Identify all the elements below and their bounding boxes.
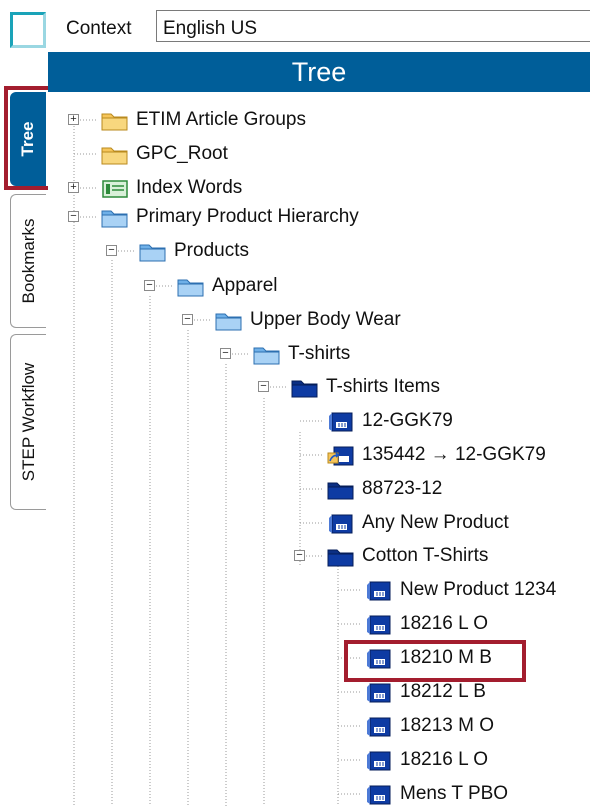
tree-node-label: 18212 L B	[400, 681, 486, 702]
tree-node[interactable]: Primary Product Hierarchy	[100, 203, 359, 231]
collapse-icon[interactable]: −	[144, 280, 155, 291]
tree-node-label: Cotton T-Shirts	[362, 545, 489, 566]
tree-node-label: Any New Product	[362, 512, 509, 533]
tree-node-label: 88723-12	[362, 478, 443, 499]
tree-node-label: Products	[174, 240, 249, 261]
folder-blue-icon	[214, 308, 244, 332]
tree-node-label: 18213 M O	[400, 715, 494, 736]
folder-navy-icon	[326, 544, 356, 568]
tree-node[interactable]: Cotton T-Shirts	[326, 542, 488, 570]
product-icon	[364, 680, 394, 704]
product-icon	[364, 578, 394, 602]
collapse-icon[interactable]: −	[294, 550, 305, 561]
folder-yellow-icon	[100, 108, 130, 132]
collapse-icon[interactable]: −	[106, 245, 117, 256]
product-icon	[364, 782, 394, 806]
folder-yellow-icon	[100, 142, 130, 166]
tree-node[interactable]: 88723-12	[326, 475, 442, 503]
tree-node-label: New Product 1234	[400, 579, 557, 600]
tree-node[interactable]: 12-GGK79	[326, 407, 453, 435]
tree-node[interactable]: 18212 L B	[364, 678, 486, 706]
tree-node[interactable]: 18216 L O	[364, 746, 488, 774]
expand-icon[interactable]: +	[68, 182, 79, 193]
product-icon	[364, 748, 394, 772]
item-highlight-box	[344, 640, 526, 682]
folder-blue-icon	[100, 205, 130, 229]
tree-node-label: 135442 → 12-GGK79	[362, 444, 546, 465]
product-icon	[326, 409, 356, 433]
folder-navy-icon	[290, 375, 320, 399]
tree-node[interactable]: Mens T PBO	[364, 780, 508, 808]
tree-node-label: 18216 L O	[400, 613, 489, 634]
tree-node[interactable]: Products	[138, 237, 249, 265]
tree-node[interactable]: ETIM Article Groups	[100, 106, 306, 134]
tree-node-label: GPC_Root	[136, 143, 228, 164]
tree-node[interactable]: 18216 L O	[364, 610, 488, 638]
product-icon	[364, 612, 394, 636]
tree-node[interactable]: Apparel	[176, 272, 278, 300]
tree-node-label: Mens T PBO	[400, 783, 509, 804]
collapse-icon[interactable]: −	[220, 348, 231, 359]
folder-navy-icon	[326, 477, 356, 501]
tree-node-label: ETIM Article Groups	[136, 109, 306, 130]
tree-node[interactable]: Upper Body Wear	[214, 306, 401, 334]
tree-node-label: Apparel	[212, 275, 278, 296]
tree-node[interactable]: GPC_Root	[100, 140, 228, 168]
collapse-icon[interactable]: −	[182, 314, 193, 325]
tree-node-label: T-shirts	[288, 343, 351, 364]
tree-node-label: Upper Body Wear	[250, 309, 401, 330]
tree-node[interactable]: Any New Product	[326, 509, 509, 537]
folder-blue-icon	[176, 274, 206, 298]
tree-node[interactable]: Index Words	[100, 174, 242, 202]
product-icon	[326, 511, 356, 535]
product-icon	[364, 714, 394, 738]
folder-blue-icon	[252, 342, 282, 366]
collapse-icon[interactable]: −	[258, 381, 269, 392]
expand-icon[interactable]: +	[68, 114, 79, 125]
tree-node[interactable]: New Product 1234	[364, 576, 556, 604]
tree-node[interactable]: T-shirts	[252, 340, 350, 368]
tree-node-label: 12-GGK79	[362, 410, 453, 431]
tree-node-label: T-shirts Items	[326, 376, 441, 397]
tree-node-label: Primary Product Hierarchy	[136, 206, 359, 227]
tree-node[interactable]: 135442 → 12-GGK79	[326, 441, 546, 469]
index-book-icon	[100, 176, 130, 200]
collapse-icon[interactable]: −	[68, 211, 79, 222]
tree-node-label: 18216 L O	[400, 749, 489, 770]
tree-node[interactable]: T-shirts Items	[290, 373, 440, 401]
folder-blue-icon	[138, 239, 168, 263]
product-reference-icon	[326, 443, 356, 467]
tree-node[interactable]: 18213 M O	[364, 712, 494, 740]
tree-node-label: Index Words	[136, 177, 243, 198]
